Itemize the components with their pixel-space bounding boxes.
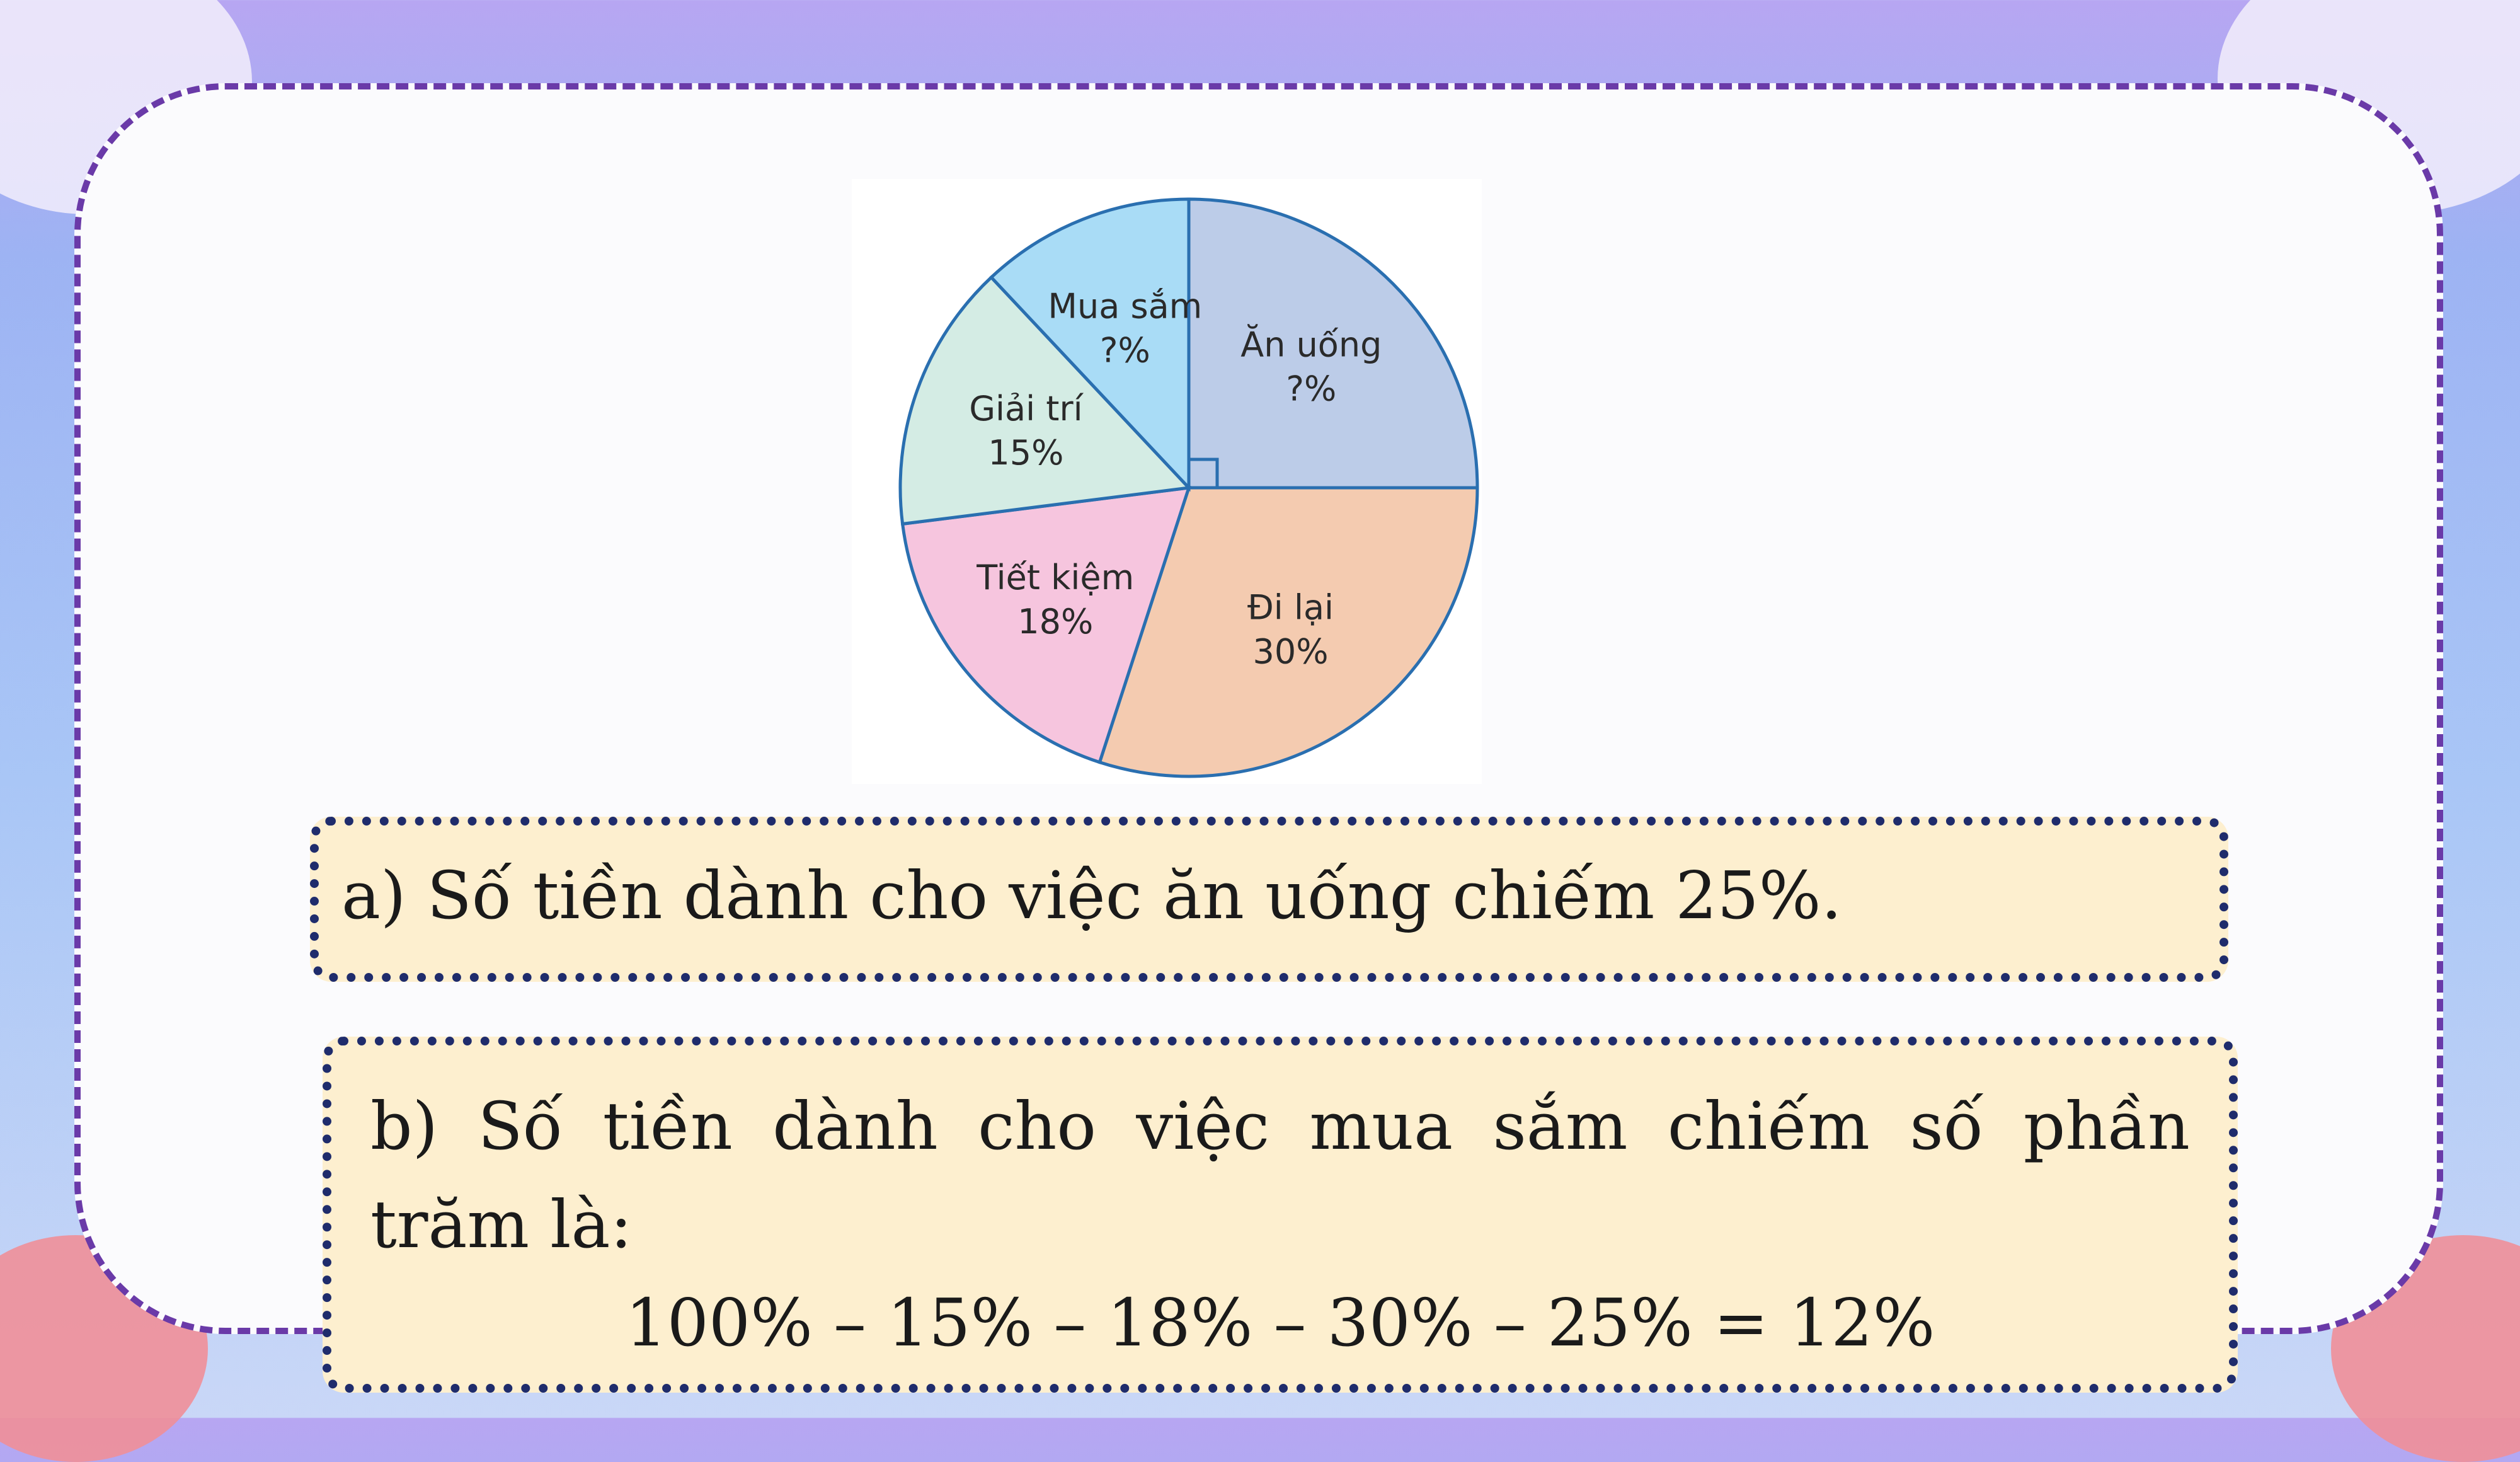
pie-label-an-uong: Ăn uống (1240, 325, 1382, 365)
pie-value-mua-sam: ?% (1100, 330, 1150, 370)
pie-label-tiet-kiem: Tiết kiệm (976, 558, 1134, 597)
pie-value-an-uong: ?% (1286, 369, 1336, 409)
answer-b: b) Số tiền dành cho việc mua sắm chiếm s… (323, 1037, 2238, 1393)
pie-label-mua-sam: Mua sắm (1048, 286, 1202, 326)
answer-b-line2: trăm là: (370, 1186, 633, 1263)
pie-label-di-lai: Đi lại (1247, 587, 1334, 627)
pie-value-di-lai: 30% (1253, 631, 1329, 671)
pie-label-giai-tri: Giải trí (969, 389, 1084, 429)
answer-b-line1: b) Số tiền dành cho việc mua sắm chiếm s… (370, 1088, 2190, 1165)
pie-chart: Ăn uống?% Đi lại 30% Tiết kiệm 18% Giải trí 15… (852, 179, 1482, 784)
answer-a: a) Số tiền dành cho việc ăn uống chiếm 2… (310, 817, 2228, 982)
answer-b-formula: 100% – 15% – 18% – 30% – 25% = 12% (625, 1284, 1935, 1361)
answer-a-text: a) Số tiền dành cho việc ăn uống chiếm 2… (341, 857, 1842, 934)
pie-value-giai-tri: 15% (988, 433, 1063, 473)
pie-value-tiet-kiem: 18% (1017, 602, 1093, 642)
